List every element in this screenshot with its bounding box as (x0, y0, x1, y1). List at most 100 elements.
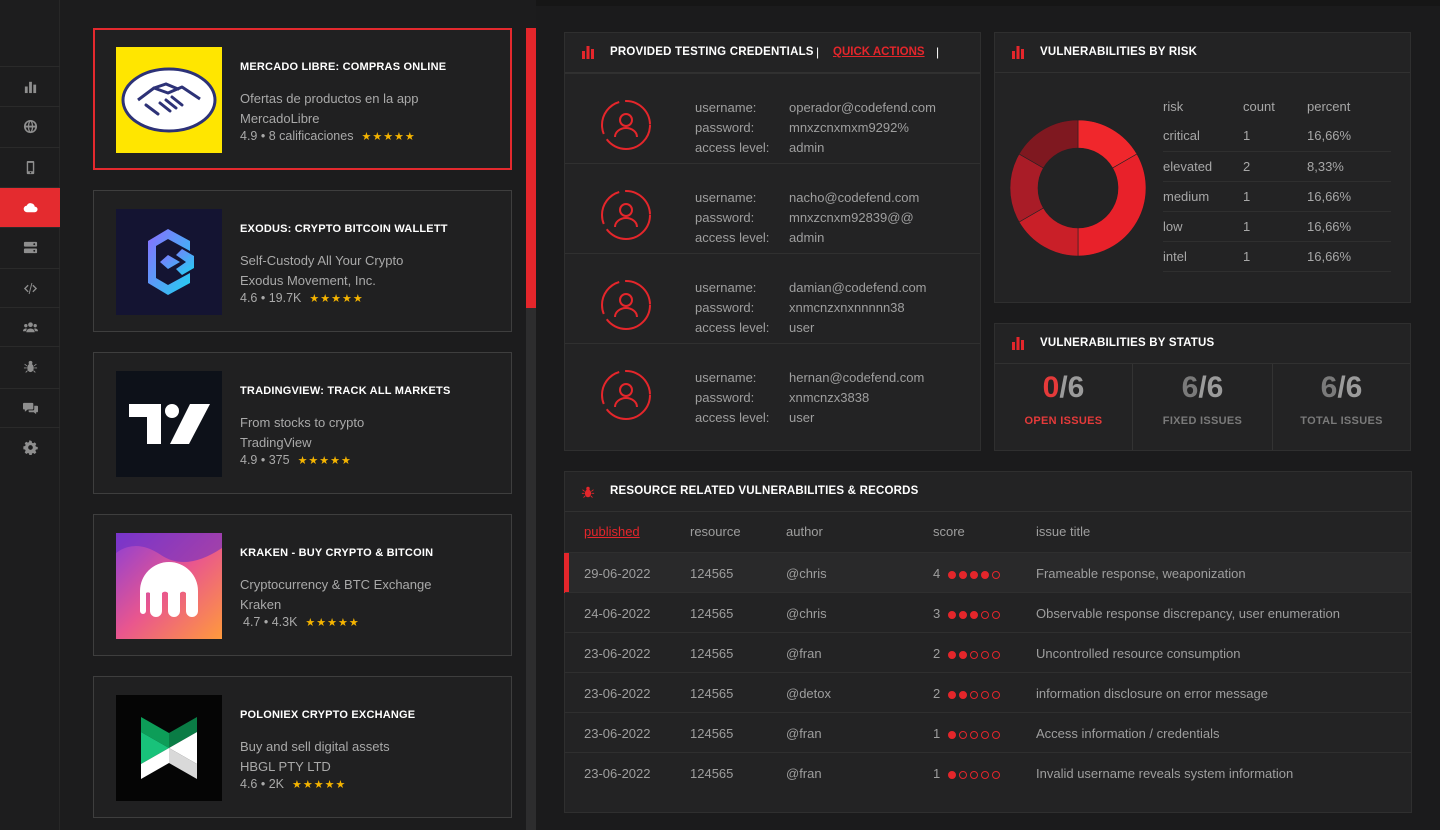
score-dot-icon (970, 570, 979, 579)
column-header-issue-title[interactable]: issue title (1036, 524, 1090, 544)
score: 4 (933, 566, 1001, 581)
sidebar-item-mobile[interactable] (0, 147, 60, 187)
app-developer: Exodus Movement, Inc. (240, 273, 376, 288)
sidebar-item-source-code[interactable] (0, 268, 60, 308)
password-label: password: (695, 390, 755, 405)
access-level-value: user (789, 410, 815, 425)
score-dot-icon (959, 650, 968, 659)
app-title: POLONIEX CRYPTO EXCHANGE (240, 709, 416, 721)
app-card-tradingview[interactable]: TRADINGVIEW: TRACK ALL MARKETS From stoc… (93, 352, 512, 494)
resource-id: 124565 (690, 566, 734, 581)
sidebar-item-servers[interactable] (0, 227, 60, 267)
app-title: EXODUS: CRYPTO BITCOIN WALLETT (240, 223, 448, 235)
risk-name: elevated (1163, 158, 1213, 174)
score-dot-icon (948, 610, 957, 619)
app-card-kraken[interactable]: KRAKEN - BUY CRYPTO & BITCOIN Cryptocurr… (93, 514, 512, 656)
author: @fran (786, 726, 822, 741)
score-dot-icon (981, 610, 990, 619)
score: 1 (933, 766, 1001, 781)
app-developer: TradingView (240, 435, 312, 450)
risk-table: risk count percent critical 1 16,66% elevat… (1163, 91, 1391, 272)
column-header-published[interactable]: published (584, 524, 640, 544)
access-level-value: admin (789, 140, 825, 155)
score-dot-icon (959, 730, 968, 739)
table-row[interactable]: 24-06-2022 124565 @chris 3 Observable respon… (565, 592, 1411, 632)
quick-actions-link[interactable]: QUICK ACTIONS (833, 46, 925, 58)
password-label: password: (695, 120, 755, 135)
app-card-exodus[interactable]: EXODUS: CRYPTO BITCOIN WALLETT Self-Cust… (93, 190, 512, 332)
mobile-icon (26, 160, 34, 175)
risk-percent: 16,66% (1307, 128, 1352, 144)
app-rating-text: 4.7 • 4.3K (243, 615, 298, 629)
app-card-mercadolibre[interactable]: MERCADO LIBRE: COMPRAS ONLINE Ofertas de… (93, 28, 512, 170)
score: 2 (933, 686, 1001, 701)
credential-row[interactable]: username: password: access level: operador@… (565, 73, 980, 163)
panel-title: VULNERABILITIES BY STATUS (1040, 337, 1215, 349)
score-dot-icon (981, 730, 990, 739)
star-rating-icon: ★★★★★ (309, 292, 364, 305)
column-header-score[interactable]: score (933, 524, 965, 544)
score-dot-icon (992, 770, 1001, 779)
score-dot-icon (948, 770, 957, 779)
sidebar-item-social[interactable] (0, 307, 60, 347)
score-dot-icon (981, 690, 990, 699)
credentials-panel: PROVIDED TESTING CREDENTIALS | QUICK ACT… (564, 32, 981, 451)
resource-id: 124565 (690, 646, 734, 661)
column-header-author[interactable]: author (786, 524, 823, 544)
table-row[interactable]: 23-06-2022 124565 @fran 1 Access information… (565, 712, 1411, 752)
app-card-poloniex[interactable]: POLONIEX CRYPTO EXCHANGE Buy and sell di… (93, 676, 512, 818)
credential-row[interactable]: username: password: access level: nacho@cod… (565, 163, 980, 253)
sidebar-item-web[interactable] (0, 106, 60, 146)
sidebar-item-chat[interactable] (0, 388, 60, 428)
column-header-count: count (1243, 98, 1275, 114)
table-header-row: risk count percent (1163, 91, 1391, 121)
server-icon (23, 241, 37, 254)
score-value: 1 (933, 766, 941, 781)
bar-chart-icon (582, 46, 594, 59)
risk-count: 1 (1243, 248, 1251, 264)
resource-id: 124565 (690, 726, 734, 741)
score: 1 (933, 726, 1001, 741)
user-avatar-icon (601, 190, 651, 240)
access-level-label: access level: (695, 140, 770, 155)
credential-row[interactable]: username: password: access level: damian@co… (565, 253, 980, 343)
table-row[interactable]: 29-06-2022 124565 @chris 4 Frameable respons… (564, 552, 1411, 593)
column-header-percent: percent (1307, 98, 1351, 114)
score-dot-icon (992, 690, 1001, 699)
column-header-resource[interactable]: resource (690, 524, 741, 544)
score-value: 2 (933, 686, 941, 701)
username-label: username: (695, 100, 757, 115)
risk-row: elevated 2 8,33% (1163, 151, 1391, 181)
table-row[interactable]: 23-06-2022 124565 @fran 1 Invalid username r… (565, 752, 1411, 792)
sidebar-item-settings[interactable] (0, 427, 60, 467)
password-value: xnmcnzxnxnnnnn38 (789, 300, 905, 315)
globe-icon (23, 119, 37, 134)
resource-id: 124565 (690, 766, 734, 781)
score-dot-icon (959, 610, 968, 619)
user-avatar-icon (601, 280, 651, 330)
stat-label: TOTAL ISSUES (1300, 415, 1383, 427)
gear-icon (22, 440, 38, 455)
published-date: 23-06-2022 (584, 726, 651, 741)
risk-donut-chart (1009, 119, 1147, 257)
credential-row[interactable]: username: password: access level: hernan@co… (565, 343, 980, 433)
sidebar-item-issues[interactable] (0, 346, 60, 386)
panel-title: RESOURCE RELATED VULNERABILITIES & RECOR… (610, 485, 919, 497)
bug-icon (23, 360, 37, 373)
app-tagline: Buy and sell digital assets (240, 739, 390, 754)
risk-panel: VULNERABILITIES BY RISK risk count perce… (994, 32, 1411, 303)
total-issues-stat: 6/6 TOTAL ISSUES (1273, 364, 1410, 450)
password-label: password: (695, 300, 755, 315)
table-row[interactable]: 23-06-2022 124565 @detox 2 information discl… (565, 672, 1411, 712)
score-dot-icon (981, 650, 990, 659)
star-rating-icon: ★★★★★ (292, 778, 347, 791)
bar-chart-icon (1012, 46, 1024, 59)
app-rating-text: 4.9 • 8 calificaciones (240, 129, 354, 143)
users-icon (22, 322, 38, 333)
sidebar-item-dashboard[interactable] (0, 66, 60, 106)
table-row[interactable]: 23-06-2022 124565 @fran 2 Uncontrolled resou… (565, 632, 1411, 672)
user-avatar-icon (601, 100, 651, 150)
sidebar-item-cloud[interactable] (0, 187, 60, 227)
scrollbar-thumb[interactable] (526, 28, 536, 308)
poloniex-logo (116, 695, 222, 801)
